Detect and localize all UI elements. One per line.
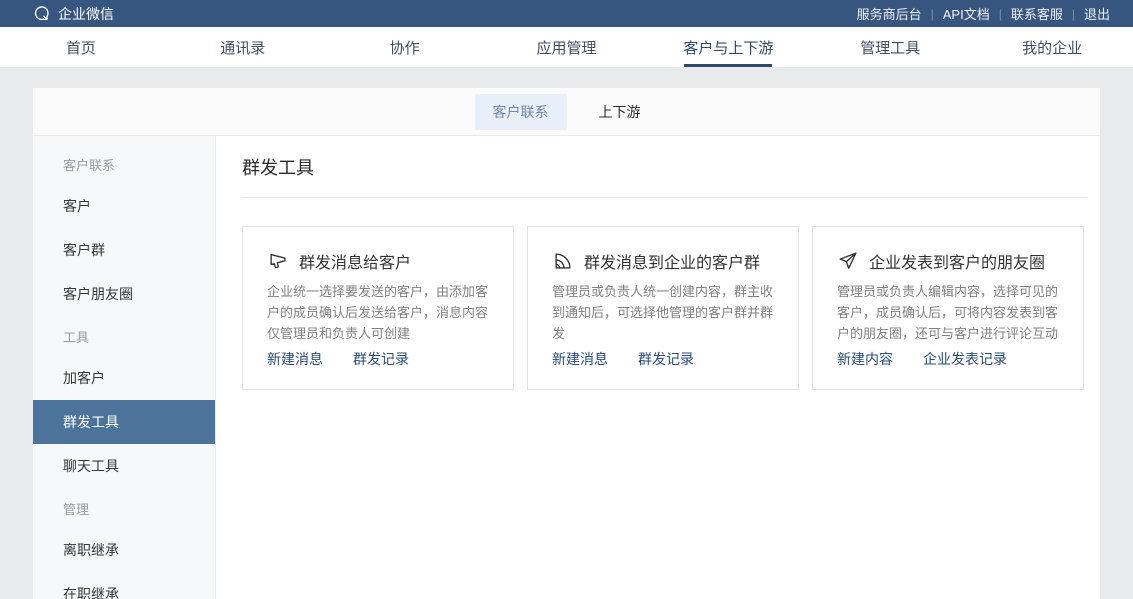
sidebar-section-tools: 工具 [33,316,215,356]
feed-icon [552,250,574,272]
card-description: 企业统一选择要发送的客户，由添加客户的成员确认后发送给客户，消息内容仅管理员和负… [267,282,489,344]
sidebar-item-customers[interactable]: 客户 [33,184,215,228]
paper-plane-icon [837,250,859,272]
nav-item-my-company[interactable]: 我的企业 [971,27,1133,67]
card-actions: 新建内容 企业发表记录 [837,349,1059,369]
chat-bubble-icon [33,5,51,23]
tab-upstream-downstream[interactable]: 上下游 [581,94,659,130]
sidebar-item-active-handover[interactable]: 在职继承 [33,572,215,599]
main-content: 群发工具 群发消息给客户 企业统一选择要发送的客户，由添加客户的成员确认后发送给… [216,136,1100,599]
sidebar-item-customer-groups[interactable]: 客户群 [33,228,215,272]
card-title: 群发消息到企业的客户群 [584,249,760,273]
page-title: 群发工具 [242,154,1087,182]
divider: | [999,7,1002,21]
sidebar-item-bulk-message-tools[interactable]: 群发工具 [33,400,215,444]
sidebar-item-add-customer[interactable]: 加客户 [33,356,215,400]
divider: | [931,7,934,21]
sidebar-item-resigned-handover[interactable]: 离职继承 [33,528,215,572]
sidebar-item-chat-tools[interactable]: 聊天工具 [33,444,215,488]
card-actions: 新建消息 群发记录 [552,349,774,369]
nav-item-customers[interactable]: 客户与上下游 [647,27,809,67]
megaphone-icon [267,250,289,272]
card-publish-to-moments: 企业发表到客户的朋友圈 管理员或负责人编辑内容，选择可见的客户，成员确认后，可将… [812,226,1084,390]
panel-body: 客户联系 客户 客户群 客户朋友圈 工具 加客户 群发工具 聊天工具 管理 离职… [33,136,1100,599]
card-title: 企业发表到客户的朋友圈 [869,249,1045,273]
topbar-links: 服务商后台 | API文档 | 联系客服 | 退出 [857,4,1110,23]
sidebar-item-customer-moments[interactable]: 客户朋友圈 [33,272,215,316]
card-bulk-message-to-customers: 群发消息给客户 企业统一选择要发送的客户，由添加客户的成员确认后发送给客户，消息… [242,226,514,390]
tab-customer-contact[interactable]: 客户联系 [475,94,567,130]
card-bulk-message-to-groups: 群发消息到企业的客户群 管理员或负责人统一创建内容，群主收到通知后，可选择他管理… [527,226,799,390]
content-panel: 客户联系 上下游 客户联系 客户 客户群 客户朋友圈 工具 加客户 群发工具 聊… [33,88,1100,599]
brand[interactable]: 企业微信 [33,4,114,24]
card-title: 群发消息给客户 [299,249,411,273]
main-nav: 首页 通讯录 协作 应用管理 客户与上下游 管理工具 我的企业 [0,27,1133,67]
card-head: 企业发表到客户的朋友圈 [837,249,1059,273]
card-head: 群发消息给客户 [267,249,489,273]
new-message-link[interactable]: 新建消息 [267,349,323,369]
nav-item-contacts[interactable]: 通讯录 [162,27,324,67]
nav-item-apps[interactable]: 应用管理 [486,27,648,67]
card-description: 管理员或负责人统一创建内容，群主收到通知后，可选择他管理的客户群并群发 [552,282,774,344]
sidebar-section-customer-contact: 客户联系 [33,144,215,184]
topbar-link-support[interactable]: 联系客服 [1011,4,1063,23]
card-description: 管理员或负责人编辑内容，选择可见的客户，成员确认后，可将内容发表到客户的朋友圈，… [837,282,1059,344]
new-message-link[interactable]: 新建消息 [552,349,608,369]
new-content-link[interactable]: 新建内容 [837,349,893,369]
divider [242,197,1087,198]
topbar-link-api-docs[interactable]: API文档 [943,4,990,23]
sidebar: 客户联系 客户 客户群 客户朋友圈 工具 加客户 群发工具 聊天工具 管理 离职… [33,136,216,599]
subtab-bar: 客户联系 上下游 [33,88,1100,136]
sidebar-section-management: 管理 [33,488,215,528]
bulk-message-history-link[interactable]: 群发记录 [638,349,694,369]
nav-item-home[interactable]: 首页 [0,27,162,67]
nav-item-collaboration[interactable]: 协作 [324,27,486,67]
nav-item-admin-tools[interactable]: 管理工具 [809,27,971,67]
brand-label: 企业微信 [58,4,114,24]
topbar: 企业微信 服务商后台 | API文档 | 联系客服 | 退出 [0,0,1133,27]
bulk-message-history-link[interactable]: 群发记录 [353,349,409,369]
card-head: 群发消息到企业的客户群 [552,249,774,273]
card-list: 群发消息给客户 企业统一选择要发送的客户，由添加客户的成员确认后发送给客户，消息… [242,226,1087,390]
company-publish-history-link[interactable]: 企业发表记录 [923,349,1007,369]
card-actions: 新建消息 群发记录 [267,349,489,369]
divider: | [1072,7,1075,21]
topbar-link-logout[interactable]: 退出 [1084,4,1110,23]
topbar-link-provider[interactable]: 服务商后台 [857,4,922,23]
